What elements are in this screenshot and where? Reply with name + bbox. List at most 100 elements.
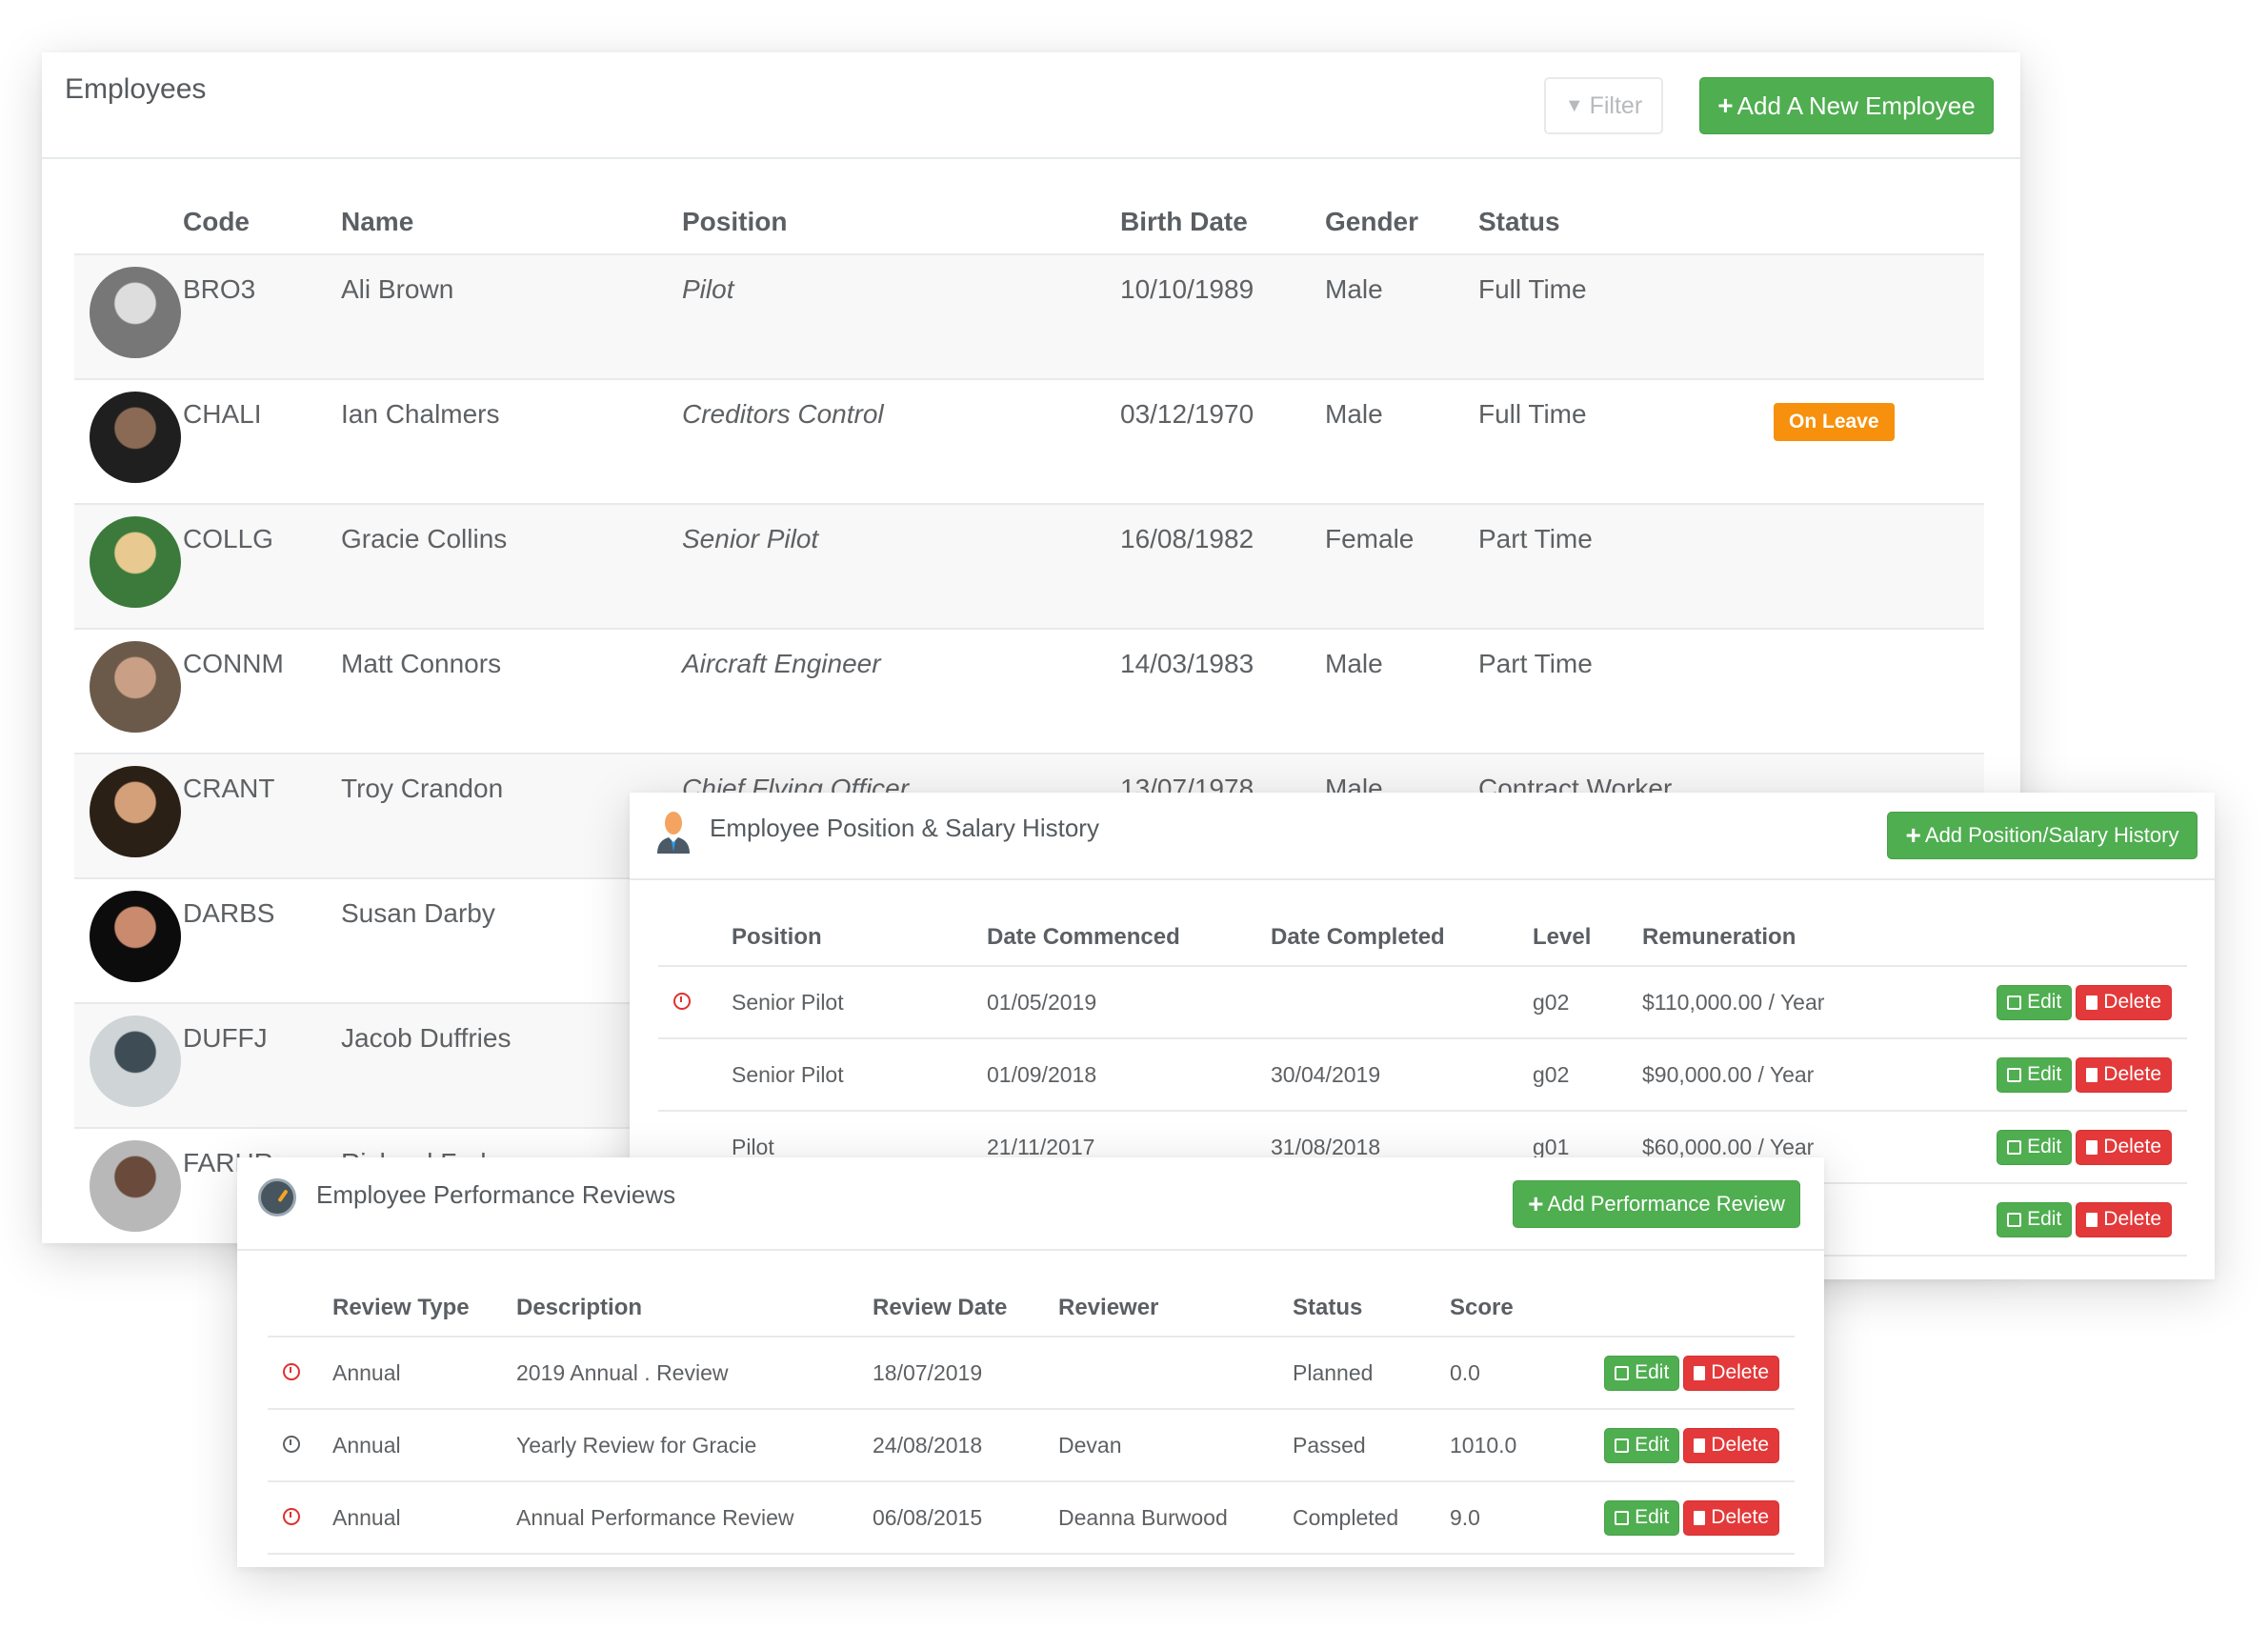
edit-button[interactable]: Edit [1997, 1201, 2073, 1237]
column-header-remuneration: Remuneration [1642, 909, 1947, 967]
avatar[interactable] [90, 766, 181, 857]
edit-icon [1615, 1438, 1630, 1453]
column-header-reviewer: Reviewer [1058, 1279, 1293, 1337]
add-performance-review-button[interactable]: + Add Performance Review [1513, 1180, 1800, 1228]
edit-button[interactable]: Edit [1604, 1427, 1680, 1463]
column-header-review-date: Review Date [873, 1279, 1058, 1337]
column-header-code[interactable]: Code [183, 191, 341, 255]
employee-position: Senior Pilot [682, 504, 1120, 630]
employee-position: Aircraft Engineer [682, 629, 1120, 754]
salary-header: Employee Position & Salary History + Add… [630, 793, 2215, 880]
level: g02 [1533, 966, 1642, 1039]
column-header-description: Description [516, 1279, 873, 1337]
delete-button[interactable]: Delete [1683, 1499, 1779, 1536]
delete-button[interactable]: Delete [2076, 1129, 2172, 1165]
table-row: Annual Annual Performance Review 06/08/201… [268, 1481, 1795, 1555]
employee-gender: Male [1325, 254, 1478, 380]
reviewer: Devan [1058, 1409, 1293, 1482]
clock-icon [283, 1507, 300, 1525]
employee-icon [657, 812, 690, 854]
employee-status: Part Time [1478, 629, 1774, 754]
status-badge: On Leave [1774, 403, 1895, 441]
delete-button[interactable]: Delete [2076, 984, 2172, 1020]
employee-name[interactable]: Ian Chalmers [341, 379, 682, 505]
review-type: Annual [332, 1409, 516, 1482]
employee-position: Creditors Control [682, 379, 1120, 505]
employee-name[interactable]: Gracie Collins [341, 504, 682, 630]
edit-button[interactable]: Edit [1604, 1355, 1680, 1391]
edit-icon [2007, 1139, 2022, 1155]
review-date: 24/08/2018 [873, 1409, 1058, 1482]
table-header-row: Code Name Position Birth Date Gender Sta… [74, 191, 1984, 255]
avatar[interactable] [90, 516, 181, 608]
trash-icon [2086, 1067, 2098, 1082]
column-header-birth-date[interactable]: Birth Date [1120, 191, 1325, 255]
column-header-position[interactable]: Position [682, 191, 1120, 255]
avatar[interactable] [90, 1016, 181, 1107]
column-header-level: Level [1533, 909, 1642, 967]
employee-name[interactable]: Ali Brown [341, 254, 682, 380]
date-completed [1271, 966, 1533, 1039]
avatar[interactable] [90, 267, 181, 358]
filter-button[interactable]: ▼ Filter [1544, 77, 1663, 134]
date-completed: 30/04/2019 [1271, 1038, 1533, 1112]
employee-name[interactable]: Matt Connors [341, 629, 682, 754]
avatar[interactable] [90, 641, 181, 733]
column-header-score: Score [1450, 1279, 1593, 1337]
table-row[interactable]: BRO3 Ali Brown Pilot 10/10/1989 Male Full Tim… [74, 254, 1984, 380]
review-type: Annual [332, 1481, 516, 1555]
column-header-name[interactable]: Name [341, 191, 682, 255]
avatar[interactable] [90, 891, 181, 982]
avatar[interactable] [90, 392, 181, 483]
column-header-gender[interactable]: Gender [1325, 191, 1478, 255]
trash-icon [1694, 1365, 1706, 1380]
employee-code: DARBS [183, 878, 341, 1004]
add-position-salary-button[interactable]: + Add Position/Salary History [1887, 812, 2198, 859]
delete-button[interactable]: Delete [1683, 1355, 1779, 1391]
review-description: Annual Performance Review [516, 1481, 873, 1555]
salary-position: Senior Pilot [732, 1038, 987, 1112]
employee-code: COLLG [183, 504, 341, 630]
add-employee-button[interactable]: + Add A New Employee [1699, 77, 1994, 134]
employee-code: DUFFJ [183, 1003, 341, 1129]
plus-icon: + [1905, 820, 1921, 850]
clock-icon [283, 1362, 300, 1380]
edit-icon [2007, 1212, 2022, 1227]
trash-icon [1694, 1510, 1706, 1525]
trash-icon [2086, 1139, 2098, 1155]
table-row[interactable]: CONNM Matt Connors Aircraft Engineer 14/03/… [74, 629, 1984, 754]
employee-gender: Male [1325, 629, 1478, 754]
avatar[interactable] [90, 1140, 181, 1232]
employee-status: Part Time [1478, 504, 1774, 630]
edit-button[interactable]: Edit [1997, 984, 2073, 1020]
level: g02 [1533, 1038, 1642, 1112]
employee-birth-date: 16/08/1982 [1120, 504, 1325, 630]
column-header-date-completed: Date Completed [1271, 909, 1533, 967]
column-header-status[interactable]: Status [1478, 191, 1774, 255]
delete-button[interactable]: Delete [2076, 1201, 2172, 1237]
filter-icon: ▼ [1564, 94, 1584, 116]
column-header-status: Status [1293, 1279, 1450, 1337]
table-row[interactable]: COLLG Gracie Collins Senior Pilot 16/08/198… [74, 504, 1984, 630]
edit-button[interactable]: Edit [1997, 1056, 2073, 1093]
table-row[interactable]: CHALI Ian Chalmers Creditors Control 03/12/… [74, 379, 1984, 505]
table-row: Senior Pilot 01/05/2019 g02 $110,000.00 / Y… [658, 966, 2187, 1039]
review-date: 18/07/2019 [873, 1337, 1058, 1410]
plus-icon: + [1528, 1189, 1544, 1218]
remuneration: $90,000.00 / Year [1642, 1038, 1947, 1112]
salary-panel-title: Employee Position & Salary History [710, 814, 1099, 842]
edit-button[interactable]: Edit [1997, 1129, 2073, 1165]
edit-button[interactable]: Edit [1604, 1499, 1680, 1536]
delete-button[interactable]: Delete [1683, 1427, 1779, 1463]
plus-icon: + [1717, 90, 1734, 120]
review-status: Planned [1293, 1337, 1450, 1410]
edit-icon [2007, 995, 2022, 1010]
reviews-panel-title: Employee Performance Reviews [316, 1180, 676, 1209]
salary-position: Senior Pilot [732, 966, 987, 1039]
employee-code: CHALI [183, 379, 341, 505]
review-status: Passed [1293, 1409, 1450, 1482]
employee-code: BRO3 [183, 254, 341, 380]
table-row: Annual 2019 Annual . Review 18/07/2019 Plan… [268, 1337, 1795, 1410]
review-status: Completed [1293, 1481, 1450, 1555]
delete-button[interactable]: Delete [2076, 1056, 2172, 1093]
